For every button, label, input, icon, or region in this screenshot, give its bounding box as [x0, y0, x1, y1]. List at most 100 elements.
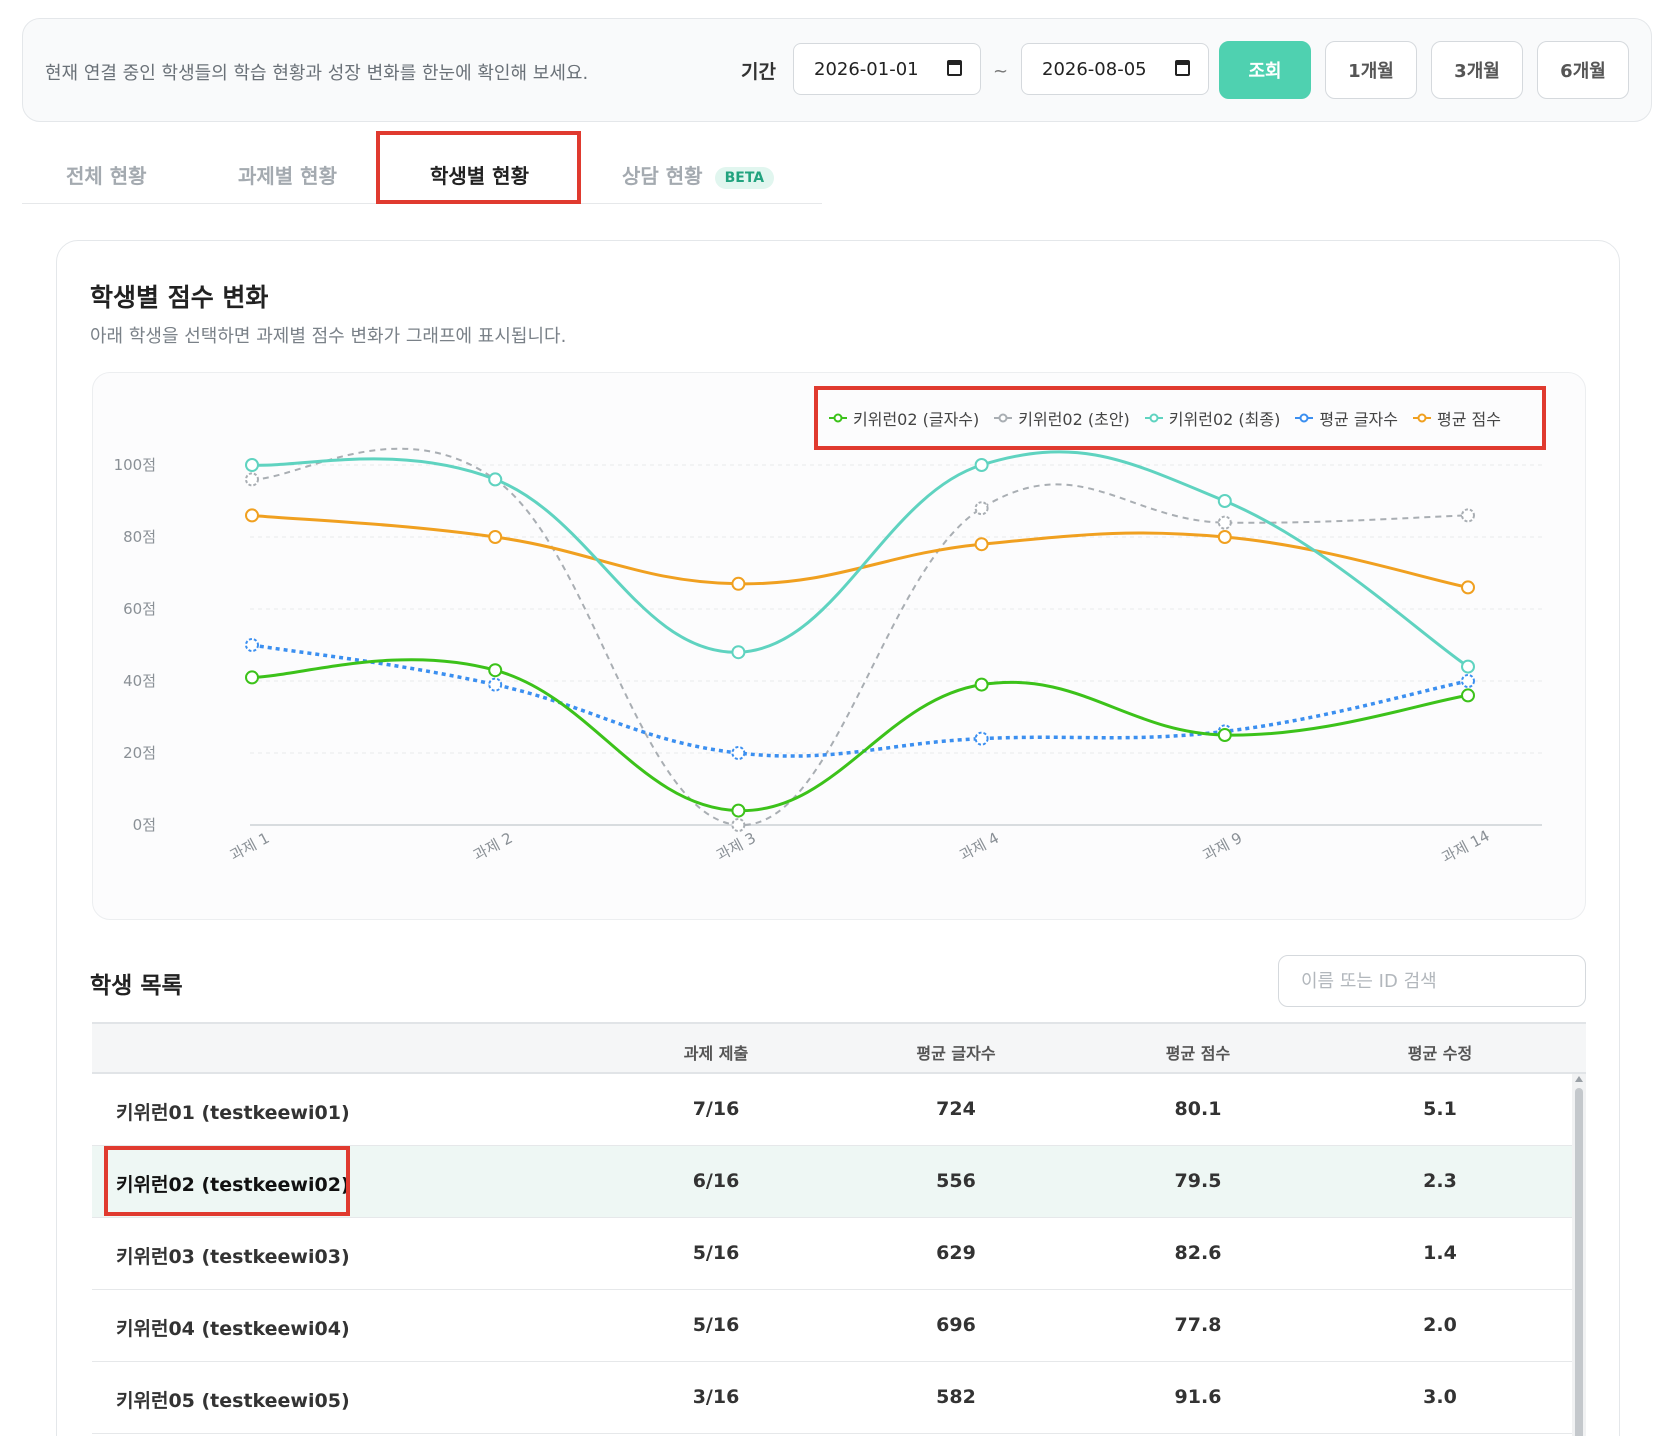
tab-by-assignment[interactable]: 과제별 현황 [238, 160, 337, 189]
start-date-value: 2026-01-01 [814, 59, 919, 80]
legend-item[interactable]: 평균 글자수 [1294, 406, 1398, 430]
data-point[interactable] [1461, 688, 1475, 703]
data-point[interactable] [731, 576, 746, 591]
student-name: 키위런05 (testkeewi05) [116, 1390, 350, 1412]
student-list-title: 학생 목록 [90, 973, 183, 999]
y-tick-label: 40점 [123, 672, 156, 690]
data-point[interactable] [974, 458, 989, 472]
scrollbar-thumb[interactable] [1575, 1088, 1583, 1436]
search-button[interactable]: 조회 [1219, 41, 1311, 99]
table-row[interactable]: 키위런04 (testkeewi04) 5/16 696 77.8 2.0 [92, 1290, 1572, 1362]
data-point[interactable] [974, 731, 989, 746]
filter-bar: 현재 연결 중인 학생들의 학습 현황과 성장 변화를 한눈에 확인해 보세요.… [22, 18, 1652, 122]
avg-edits-value: 2.0 [1423, 1314, 1457, 1336]
start-date-input[interactable]: 2026-01-01 [793, 43, 981, 95]
avg-score-value: 77.8 [1174, 1314, 1222, 1336]
end-date-input[interactable]: 2026-08-05 [1021, 43, 1209, 95]
student-table-body: 키위런01 (testkeewi01) 7/16 724 80.1 5.1 키위런02 (… [92, 1074, 1572, 1434]
data-point[interactable] [974, 677, 989, 692]
tab-consultation-label: 상담 현황 [622, 164, 703, 188]
data-point[interactable] [1461, 580, 1475, 595]
column-header-submitted[interactable]: 과제 제출 [684, 1040, 748, 1064]
data-point[interactable] [1217, 494, 1232, 508]
series-line [251, 447, 1469, 827]
submitted-count: 3/16 [692, 1386, 740, 1408]
end-date-value: 2026-08-05 [1042, 59, 1147, 80]
data-point[interactable] [488, 530, 503, 544]
beta-badge: BETA [714, 166, 775, 189]
data-point[interactable] [974, 501, 989, 516]
legend-marker-icon [1413, 413, 1431, 423]
legend-label: 키위런02 (최종) [1168, 410, 1281, 429]
date-separator: ~ [993, 61, 1009, 82]
student-search-input[interactable] [1278, 955, 1586, 1007]
legend-item[interactable]: 키위런02 (초안) [993, 406, 1130, 430]
data-point[interactable] [731, 645, 746, 660]
table-row[interactable]: 키위런03 (testkeewi03) 5/16 629 82.6 1.4 [92, 1218, 1572, 1290]
range-1-month-button[interactable]: 1개월 [1325, 41, 1417, 99]
data-point[interactable] [1461, 508, 1475, 523]
data-point[interactable] [245, 670, 259, 685]
avg-score-value: 91.6 [1174, 1386, 1222, 1408]
page-description: 현재 연결 중인 학생들의 학습 현황과 성장 변화를 한눈에 확인해 보세요. [45, 63, 589, 84]
y-tick-label: 100점 [114, 456, 156, 474]
legend-marker-icon [829, 413, 847, 423]
range-3-month-button[interactable]: 3개월 [1431, 41, 1523, 99]
table-row[interactable]: 키위런01 (testkeewi01) 7/16 724 80.1 5.1 [92, 1074, 1572, 1146]
tab-overview[interactable]: 전체 현황 [66, 160, 147, 189]
data-point[interactable] [245, 458, 259, 472]
legend-item[interactable]: 평균 점수 [1412, 406, 1501, 430]
data-point[interactable] [488, 472, 503, 487]
column-header-avg-chars[interactable]: 평균 글자수 [916, 1040, 995, 1064]
column-header-avg-score[interactable]: 평균 점수 [1166, 1040, 1230, 1064]
data-point[interactable] [488, 663, 503, 678]
avg-chars-value: 629 [936, 1242, 976, 1264]
data-point[interactable] [1217, 530, 1232, 544]
legend-label: 키위런02 (글자수) [853, 410, 980, 429]
calendar-icon[interactable] [1175, 60, 1190, 76]
y-tick-label: 80점 [123, 528, 156, 546]
data-point[interactable] [1217, 515, 1232, 530]
avg-score-value: 79.5 [1174, 1170, 1222, 1192]
tab-consultation[interactable]: 상담 현황 BETA [622, 160, 775, 189]
avg-score-value: 80.1 [1174, 1098, 1222, 1120]
y-tick-label: 0점 [133, 816, 156, 834]
legend-item[interactable]: 키위런02 (최종) [1144, 406, 1281, 430]
data-point[interactable] [731, 746, 746, 760]
data-point[interactable] [974, 537, 989, 552]
submitted-count: 5/16 [692, 1242, 740, 1264]
range-6-month-button[interactable]: 6개월 [1537, 41, 1629, 99]
legend-label: 평균 글자수 [1319, 410, 1398, 429]
y-tick-label: 60점 [123, 600, 156, 618]
legend-label: 평균 점수 [1437, 410, 1501, 429]
calendar-icon[interactable] [947, 60, 962, 76]
avg-edits-value: 1.4 [1423, 1242, 1457, 1264]
series-line [251, 450, 1469, 668]
data-point[interactable] [245, 472, 259, 487]
column-header-avg-edits[interactable]: 평균 수정 [1408, 1040, 1472, 1064]
legend-marker-icon [994, 413, 1013, 423]
data-point[interactable] [245, 638, 259, 652]
avg-edits-value: 3.0 [1423, 1386, 1457, 1408]
scroll-up-arrow-icon[interactable] [1575, 1076, 1583, 1082]
data-point[interactable] [731, 803, 746, 818]
data-point[interactable] [1461, 674, 1475, 688]
x-tick-label: 과제 4 [957, 829, 1002, 865]
legend-item[interactable]: 키위런02 (글자수) [828, 406, 979, 430]
table-row[interactable]: 키위런02 (testkeewi02) 6/16 556 79.5 2.3 [92, 1146, 1572, 1218]
student-name: 키위런03 (testkeewi03) [116, 1246, 350, 1268]
data-point[interactable] [245, 508, 259, 523]
card-title: 학생별 점수 변화 [90, 283, 269, 312]
table-scrollbar[interactable] [1572, 1074, 1586, 1436]
data-point[interactable] [1217, 728, 1232, 742]
student-name: 키위런04 (testkeewi04) [116, 1318, 350, 1340]
tab-by-student[interactable]: 학생별 현황 [430, 160, 529, 189]
data-point[interactable] [488, 677, 503, 692]
score-line-chart: 0점 20점 40점 60점 80점 100점과제 1 과제 2 과제 3 과제 4 과제 9 과제… [114, 447, 1542, 867]
data-point[interactable] [1461, 659, 1475, 674]
legend-label: 키위런02 (초안) [1018, 410, 1130, 429]
table-row[interactable]: 키위런05 (testkeewi05) 3/16 582 91.6 3.0 [92, 1362, 1572, 1434]
student-name: 키위런01 (testkeewi01) [116, 1102, 350, 1124]
data-point[interactable] [731, 818, 746, 832]
y-tick-label: 20점 [123, 744, 156, 762]
